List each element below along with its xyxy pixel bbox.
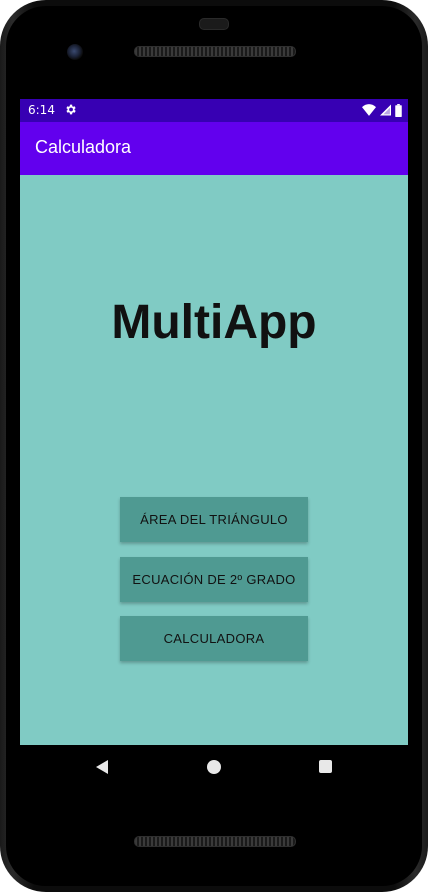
app-bar: Calculadora (20, 122, 408, 175)
app-title: Calculadora (35, 137, 132, 157)
status-time: 6:14 (28, 103, 55, 117)
wifi-icon (362, 104, 376, 116)
status-icons (362, 103, 402, 117)
home-icon[interactable] (207, 760, 221, 774)
earpiece-speaker (134, 46, 296, 57)
phone-frame: 6:14 Calculadora MultiApp ÁREA DEL TRIÁN… (0, 0, 428, 892)
recents-icon[interactable] (319, 760, 332, 773)
gear-icon (66, 104, 76, 115)
battery-icon (395, 103, 402, 117)
navigation-bar (20, 745, 408, 790)
page-title: MultiApp (111, 296, 317, 349)
bottom-speaker (134, 836, 296, 847)
back-icon[interactable] (94, 759, 110, 775)
calculator-button[interactable]: CALCULADORA (120, 616, 308, 661)
front-camera (67, 44, 83, 60)
triangle-area-button[interactable]: ÁREA DEL TRIÁNGULO (120, 497, 308, 542)
quadratic-equation-button[interactable]: ECUACIÓN DE 2º GRADO (120, 557, 308, 602)
status-bar: 6:14 (20, 99, 408, 122)
signal-icon (380, 104, 391, 116)
screen: 6:14 Calculadora MultiApp ÁREA DEL TRIÁN… (20, 99, 408, 745)
sensor-slot (199, 18, 229, 30)
